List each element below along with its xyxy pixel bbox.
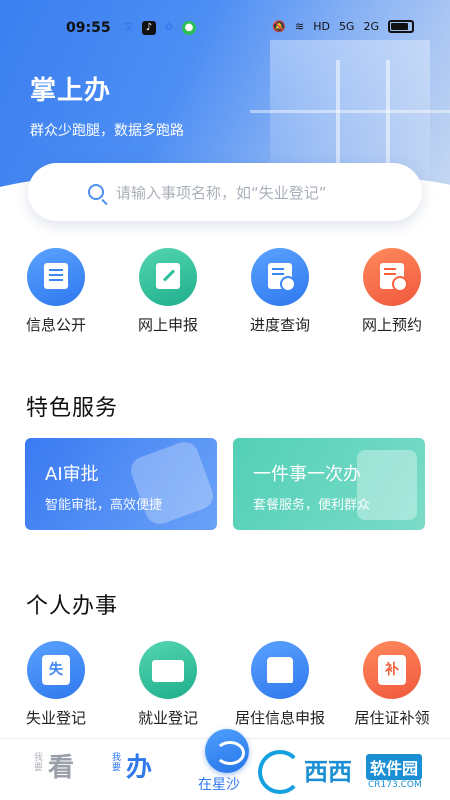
- battery-icon: [388, 20, 414, 33]
- card-subtitle: 套餐服务，便利群众: [253, 498, 371, 513]
- center-home-button[interactable]: [205, 729, 249, 773]
- watermark-logo: 西西 软件园 CR173.COM: [258, 748, 440, 796]
- edit-icon: [139, 248, 197, 306]
- house-icon: [251, 641, 309, 699]
- page-title: 掌上办: [30, 76, 112, 106]
- service-residence-declaration[interactable]: 居住信息申报: [225, 641, 335, 728]
- unemployment-icon: 失: [27, 641, 85, 699]
- center-tab-label: 在星沙: [198, 777, 240, 793]
- quick-action-label: 网上预约: [361, 316, 422, 334]
- search-bar[interactable]: 请输入事项名称，如“失业登记”: [28, 163, 422, 221]
- reissue-icon: 补: [363, 641, 421, 699]
- service-unemployment-registration[interactable]: 失 失业登记: [1, 641, 111, 728]
- status-time: 09:55: [66, 20, 111, 36]
- service-employment-registration[interactable]: 就业登记: [113, 641, 223, 728]
- card-subtitle: 智能审批，高效便捷: [45, 498, 163, 513]
- mute-icon: 🔕: [272, 20, 286, 33]
- tab-label: 看: [48, 753, 75, 783]
- service-label: 就业登记: [137, 709, 198, 727]
- translate-app-icon: 文: [124, 22, 134, 33]
- quick-action-online-apply[interactable]: 网上申报: [113, 248, 223, 335]
- tab-prefix: 我要: [112, 753, 122, 773]
- quick-action-appointment[interactable]: 网上预约: [337, 248, 447, 335]
- quick-action-info-public[interactable]: 信息公开: [1, 248, 111, 335]
- personal-section-title: 个人办事: [26, 594, 119, 619]
- search-icon: [88, 184, 104, 200]
- watermark-domain: CR173.COM: [368, 780, 422, 790]
- watermark-tag: 软件园: [366, 754, 423, 780]
- card-title: AI审批: [45, 464, 99, 485]
- ai-approval-card[interactable]: AI审批 智能审批，高效便捷: [25, 438, 217, 530]
- briefcase-icon: [139, 641, 197, 699]
- wifi-icon: ≋: [294, 20, 305, 33]
- calendar-clock-icon: [363, 248, 421, 306]
- featured-section-title: 特色服务: [26, 396, 119, 421]
- quick-action-label: 进度查询: [249, 316, 310, 334]
- quick-actions: 信息公开 网上申报 进度查询 网上预约: [0, 248, 450, 338]
- tab-label: 办: [126, 753, 153, 783]
- service-label: 失业登记: [25, 709, 86, 727]
- search-placeholder: 请输入事项名称，如“失业登记”: [116, 183, 327, 202]
- card-title: 一件事一次办: [253, 464, 361, 485]
- chat-app-icon: ●: [182, 21, 196, 35]
- watermark-brand: 西西: [304, 758, 352, 786]
- service-residence-permit-reissue[interactable]: 补 居住证补领: [337, 641, 447, 728]
- service-label: 居住证补领: [354, 709, 430, 727]
- personal-services: 失 失业登记 就业登记 居住信息申报 补 居住证补领: [0, 641, 450, 731]
- signal-5g-icon: 5G: [338, 20, 355, 33]
- quick-action-progress[interactable]: 进度查询: [225, 248, 335, 335]
- watermark-mark: [258, 750, 302, 794]
- tab-prefix: 我要: [34, 753, 44, 773]
- baidu-app-icon: ✿: [164, 22, 174, 33]
- quick-action-label: 网上申报: [137, 316, 198, 334]
- robot-illustration: [127, 438, 217, 528]
- tiktok-app-icon: ♪: [142, 21, 156, 35]
- status-right-icons: 🔕 ≋ HD 5G 2G: [272, 20, 414, 33]
- status-bar: 09:55 文 ♪ ✿ ● 🔕 ≋ HD 5G 2G: [0, 18, 450, 42]
- document-icon: [27, 248, 85, 306]
- service-label: 居住信息申报: [234, 709, 325, 727]
- clock-doc-icon: [251, 248, 309, 306]
- page-subtitle: 群众少跑腿，数据多跑路: [30, 123, 184, 139]
- one-stop-card[interactable]: 一件事一次办 套餐服务，便利群众: [233, 438, 425, 530]
- hd-badge: HD: [313, 20, 330, 33]
- signal-2g-icon: 2G: [363, 20, 379, 33]
- quick-action-label: 信息公开: [25, 316, 86, 334]
